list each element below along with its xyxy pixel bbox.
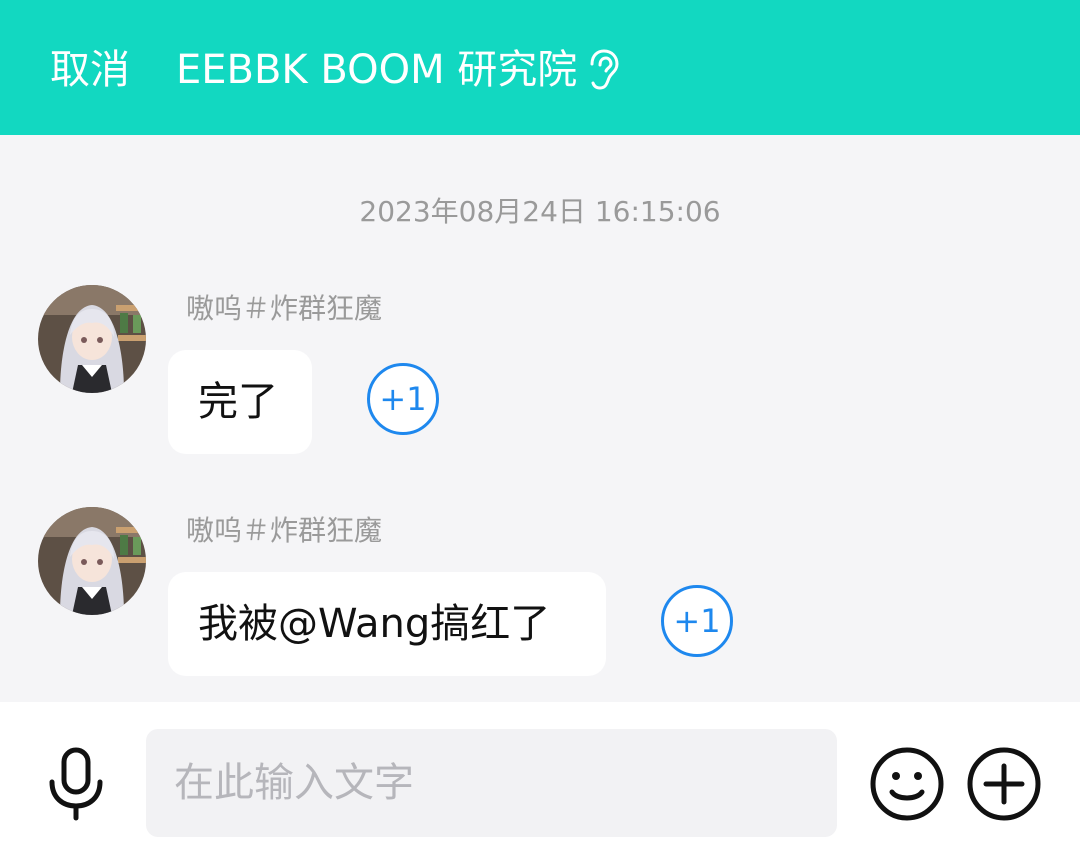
message-timestamp: 2023年08月24日 16:15:06 bbox=[359, 195, 721, 228]
smiley-icon[interactable] bbox=[869, 746, 945, 822]
message-input[interactable] bbox=[146, 729, 837, 837]
group-title: EEBBK BOOM 研究院 bbox=[176, 47, 578, 93]
plus-one-button[interactable]: +1 bbox=[367, 363, 439, 435]
message-input-field[interactable] bbox=[146, 729, 837, 837]
cancel-button[interactable]: 取消 bbox=[50, 44, 130, 96]
anime-girl-avatar-icon bbox=[38, 507, 146, 615]
plus-one-button[interactable]: +1 bbox=[661, 585, 733, 657]
message-bubble[interactable]: 完了 bbox=[168, 350, 312, 454]
sender-name: 嗷呜＃炸群狂魔 bbox=[186, 514, 383, 547]
microphone-icon[interactable] bbox=[44, 746, 108, 822]
anime-girl-avatar-icon bbox=[38, 285, 146, 393]
sender-name: 嗷呜＃炸群狂魔 bbox=[186, 292, 383, 325]
ear-icon[interactable] bbox=[582, 48, 622, 92]
sender-avatar[interactable] bbox=[38, 507, 146, 615]
sender-avatar[interactable] bbox=[38, 285, 146, 393]
message-bubble[interactable]: 我被@Wang搞红了 bbox=[168, 572, 606, 676]
plus-circle-icon[interactable] bbox=[966, 746, 1042, 822]
header-bar: 取消 EEBBK BOOM 研究院 bbox=[0, 0, 1080, 135]
